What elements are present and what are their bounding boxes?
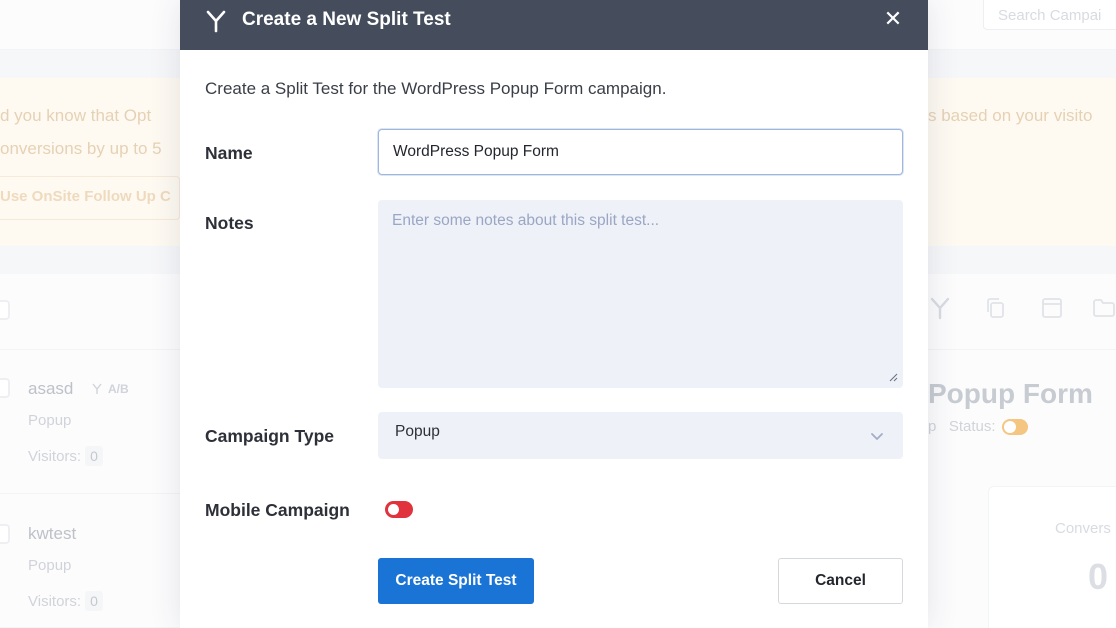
modal-description: Create a Split Test for the WordPress Po…	[205, 79, 667, 98]
campaign-type-select[interactable]: Popup	[378, 412, 903, 459]
name-label: Name	[205, 143, 253, 163]
mobile-campaign-label: Mobile Campaign	[205, 500, 350, 520]
create-split-test-button[interactable]: Create Split Test	[378, 558, 534, 604]
chevron-down-icon	[871, 433, 883, 440]
toggle-knob	[388, 504, 399, 515]
mobile-campaign-toggle[interactable]	[385, 501, 413, 518]
split-test-icon	[206, 10, 226, 33]
notes-label: Notes	[205, 213, 254, 233]
notes-textarea[interactable]	[378, 200, 903, 388]
close-icon[interactable]: ✕	[880, 6, 906, 32]
cancel-button[interactable]: Cancel	[778, 558, 903, 604]
name-input[interactable]	[378, 129, 903, 175]
resize-handle-icon[interactable]	[888, 372, 898, 382]
campaign-type-label: Campaign Type	[205, 426, 335, 446]
split-test-modal: Create a New Split Test ✕ Create a Split…	[180, 0, 928, 628]
campaign-type-value: Popup	[395, 423, 440, 440]
modal-header: Create a New Split Test ✕	[180, 0, 928, 50]
modal-title: Create a New Split Test	[242, 9, 451, 30]
